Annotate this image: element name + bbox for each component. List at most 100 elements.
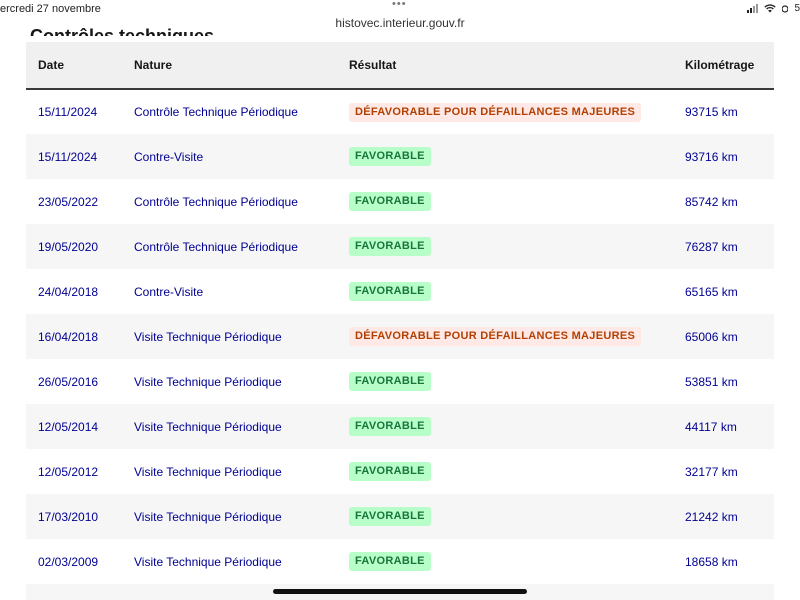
cell-date-text: 02/03/2009 [38, 554, 99, 569]
cell-nature: Contrôle Technique Périodique [122, 224, 337, 269]
home-indicator[interactable] [273, 589, 527, 594]
cell-nature-text: Contrôle Technique Périodique [134, 105, 298, 119]
cell-nature-text: Visite Technique Périodique [134, 509, 282, 524]
status-badge-favorable: FAVORABLE [349, 417, 431, 436]
cell-mileage-text: 65006 km [685, 329, 738, 344]
cell-date: 12/05/2012 [26, 449, 122, 494]
cell-nature: Contrôle Technique Périodique [122, 89, 337, 134]
table-row: 12/05/2014 Visite Technique Périodique FAV… [26, 404, 774, 449]
table-row: 23/05/2022 Contrôle Technique Périodique F… [26, 179, 774, 224]
table-row: 12/05/2012 Visite Technique Périodique FAV… [26, 449, 774, 494]
cell-result: FAVORABLE [337, 359, 673, 404]
cell-nature: Visite Technique Périodique [122, 359, 337, 404]
battery-percent: 5 [794, 3, 800, 14]
table-row: 02/03/2009 Visite Technique Périodique FAV… [26, 539, 774, 584]
cell-date: 15/11/2024 [26, 134, 122, 179]
table-row: 15/11/2024 Contre-Visite FAVORABLE 93716 km [26, 134, 774, 179]
cell-nature-text: Visite Technique Périodique [134, 554, 282, 569]
status-badge-favorable: FAVORABLE [349, 462, 431, 481]
status-badge-favorable: FAVORABLE [349, 282, 431, 301]
cell-nature-text: Contre-Visite [134, 284, 204, 299]
more-dots-icon[interactable]: ••• [392, 0, 407, 10]
cell-nature: Visite Technique Périodique [122, 449, 337, 494]
cell-mileage-text: 21242 km [685, 509, 738, 524]
status-badge-favorable: FAVORABLE [349, 372, 431, 391]
cell-nature-text: Contrôle Technique Périodique [134, 194, 298, 209]
cell-date: 15/11/2024 [26, 89, 122, 134]
cell-date-text: 19/05/2020 [38, 239, 99, 254]
cell-result: FAVORABLE [337, 404, 673, 449]
cell-result: FAVORABLE [337, 449, 673, 494]
cell-mileage: 32177 km [673, 449, 774, 494]
cell-mileage [673, 584, 774, 600]
cell-date-text: 15/11/2024 [38, 105, 98, 119]
cell-result: FAVORABLE [337, 269, 673, 314]
cell-result: DÉFAVORABLE POUR DÉFAILLANCES MAJEURES [337, 314, 673, 359]
cell-date: 16/04/2018 [26, 314, 122, 359]
cell-nature: Visite Technique Périodique [122, 539, 337, 584]
cell-mileage-text: 18658 km [685, 554, 738, 569]
table-row: 26/05/2016 Visite Technique Périodique FAV… [26, 359, 774, 404]
table-row: 19/05/2020 Contrôle Technique Périodique F… [26, 224, 774, 269]
cell-nature-text: Visite Technique Périodique [134, 464, 282, 479]
cell-mileage-text: 93716 km [685, 149, 738, 164]
cell-nature: Contrôle Technique Périodique [122, 179, 337, 224]
cell-mileage: 44117 km [673, 404, 774, 449]
status-date: ercredi 27 novembre [0, 3, 101, 15]
cell-mileage: 85742 km [673, 179, 774, 224]
cell-result: FAVORABLE [337, 224, 673, 269]
cell-mileage-text: 32177 km [685, 464, 738, 479]
cell-mileage-text: 85742 km [685, 194, 738, 209]
battery-icon [782, 4, 789, 13]
cell-date: 02/03/2009 [26, 539, 122, 584]
cell-nature: Contre-Visite [122, 269, 337, 314]
status-icons: 5 [747, 3, 800, 14]
cell-date-text: 23/05/2022 [38, 194, 99, 209]
cell-mileage-text: 44117 km [685, 419, 737, 434]
status-badge-favorable: FAVORABLE [349, 147, 431, 166]
cell-date-text: 17/03/2010 [38, 509, 99, 524]
cell-mileage-text: 76287 km [685, 239, 738, 254]
technical-inspection-table: Date Nature Résultat Kilométrage 15/11/2… [26, 42, 774, 600]
cell-nature-text: Visite Technique Périodique [134, 374, 282, 389]
cell-nature: Contre-Visite [122, 134, 337, 179]
cell-date-text: 12/05/2012 [38, 464, 99, 479]
header-result: Résultat [337, 42, 673, 90]
cell-result: FAVORABLE [337, 494, 673, 539]
cell-nature: Visite Technique Périodique [122, 404, 337, 449]
status-badge-defavorable: DÉFAVORABLE POUR DÉFAILLANCES MAJEURES [349, 327, 642, 346]
cell-mileage: 53851 km [673, 359, 774, 404]
cell-result: FAVORABLE [337, 134, 673, 179]
cell-mileage-text: 93715 km [685, 105, 738, 119]
status-badge-favorable: FAVORABLE [349, 192, 431, 211]
status-badge-favorable: FAVORABLE [349, 237, 431, 256]
cell-result: FAVORABLE [337, 539, 673, 584]
cell-mileage: 65006 km [673, 314, 774, 359]
cell-date-text: 15/11/2024 [38, 149, 98, 164]
cell-date: 24/04/2018 [26, 269, 122, 314]
cellular-signal-icon [747, 4, 759, 13]
table-row: 15/11/2024 Contrôle Technique Périodique D… [26, 89, 774, 134]
cell-mileage: 21242 km [673, 494, 774, 539]
table-header-row: Date Nature Résultat Kilométrage [26, 42, 774, 90]
table-body: 15/11/2024 Contrôle Technique Périodique D… [26, 89, 774, 600]
cell-result: DÉFAVORABLE POUR DÉFAILLANCES MAJEURES [337, 89, 673, 134]
header-mileage: Kilométrage [673, 42, 774, 90]
cell-date-text: 16/04/2018 [38, 329, 99, 344]
page-content: Date Nature Résultat Kilométrage 15/11/2… [0, 36, 800, 600]
cell-mileage: 76287 km [673, 224, 774, 269]
table-row: 17/03/2010 Visite Technique Périodique FAV… [26, 494, 774, 539]
cell-nature: Visite Technique Périodique [122, 314, 337, 359]
cell-date: 12/05/2014 [26, 404, 122, 449]
cell-date: 26/05/2016 [26, 359, 122, 404]
cell-date-text: 26/05/2016 [38, 374, 99, 389]
wifi-icon [764, 4, 777, 13]
cell-nature: Visite Technique Périodique [122, 494, 337, 539]
cell-mileage-text: 65165 km [685, 284, 738, 299]
header-nature: Nature [122, 42, 337, 90]
cell-result: FAVORABLE [337, 179, 673, 224]
cell-date-text: 24/04/2018 [38, 284, 99, 299]
cell-mileage: 93716 km [673, 134, 774, 179]
header-date: Date [26, 42, 122, 90]
cell-mileage: 65165 km [673, 269, 774, 314]
